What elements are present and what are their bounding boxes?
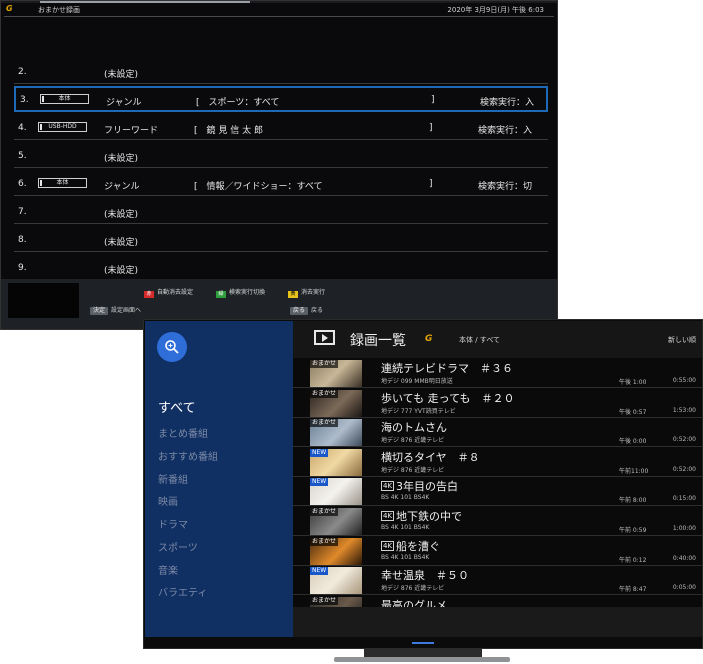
- program-time: 午後 0:00: [619, 438, 647, 446]
- category-drama[interactable]: ドラマ: [158, 516, 188, 531]
- program-duration: 0:55:00: [672, 377, 696, 384]
- category-sports[interactable]: スポーツ: [158, 539, 198, 554]
- category-music[interactable]: 音楽: [158, 562, 178, 577]
- program-badge: おまかせ: [310, 596, 339, 605]
- program-channel: 地デジ 777 YVT読買テレビ: [381, 407, 456, 415]
- program-thumbnail: おまかせ: [310, 360, 362, 387]
- program-row[interactable]: おまかせ 4K 船を漕ぐ BS 4K 101 BS4K 午前 0:12 0:40:00: [293, 537, 702, 566]
- program-channel: 地デジ 876 近畿テレビ: [381, 437, 445, 445]
- program-row[interactable]: NEW 4K 3年目の告白 BS 4K 101 BS4K 午前 8:00 0:15:00: [293, 477, 702, 507]
- category-all[interactable]: すべて: [158, 397, 196, 416]
- program-time: 午前11:00: [619, 467, 649, 475]
- category-variety[interactable]: バラエティ: [158, 584, 207, 599]
- search-icon: [165, 340, 179, 354]
- program-title-text: 歩いても 走っても ＃２０: [381, 391, 515, 405]
- program-duration: 0:40:00: [672, 554, 696, 562]
- program-row[interactable]: おまかせ 歩いても 走っても ＃２０ 地デジ 777 YVT読買テレビ 午後 0:57…: [293, 389, 702, 418]
- sort-order[interactable]: 新しい順: [668, 335, 696, 345]
- program-thumbnail: NEW: [310, 567, 362, 595]
- program-title: 連続テレビドラマ ＃３６: [381, 360, 513, 376]
- program-time: 午後 1:00: [619, 379, 647, 386]
- g-guide-logo: G: [425, 334, 432, 344]
- program-title-text: 地下鉄の中で: [396, 510, 463, 523]
- program-badge: NEW: [310, 478, 329, 487]
- category-series[interactable]: まとめ番組: [158, 425, 208, 440]
- list-footer: [293, 607, 702, 637]
- program-badge: おまかせ: [310, 419, 339, 428]
- program-channel: BS 4K 101 BS4K: [381, 494, 430, 502]
- search-button[interactable]: [157, 332, 187, 362]
- category-recommended[interactable]: おすすめ番組: [158, 448, 218, 463]
- list-header: 録画一覧 G 本体 / すべて 新しい順: [293, 321, 702, 358]
- program-thumbnail: おまかせ: [310, 419, 362, 447]
- program-duration: 0:15:00: [672, 495, 696, 503]
- program-title: 4K 地下鉄の中で: [381, 508, 462, 524]
- program-duration: 0:05:00: [672, 584, 696, 592]
- program-title-text: 船を漕ぐ: [396, 539, 441, 553]
- program-channel: 地デジ 099 MMB明日放送: [381, 378, 453, 385]
- breadcrumb: 本体 / すべて: [459, 336, 501, 344]
- program-badge: NEW: [310, 567, 329, 576]
- program-title-text: 海のトムさん: [381, 421, 447, 435]
- program-title: 海のトムさん: [381, 419, 447, 435]
- power-led: [412, 642, 434, 644]
- program-thumbnail: NEW: [310, 478, 362, 506]
- program-badge: おまかせ: [310, 360, 339, 368]
- program-title: 歩いても 走っても ＃２０: [381, 390, 515, 406]
- program-title: 4K 船を漕ぐ: [381, 538, 440, 554]
- 4k-badge: 4K: [381, 540, 395, 551]
- program-time: 午前 0:12: [619, 556, 647, 564]
- recording-list-panel: 録画一覧 G 本体 / すべて 新しい順 おまかせ 連続テレビドラマ ＃３６ 地デジ…: [293, 321, 702, 637]
- category-new[interactable]: 新番組: [158, 471, 188, 486]
- page-title: 録画一覧: [350, 333, 406, 349]
- program-duration: 1:53:00: [672, 406, 696, 414]
- program-thumbnail: おまかせ: [310, 508, 362, 535]
- program-badge: おまかせ: [310, 537, 339, 546]
- category-sidebar: すべて まとめ番組 おすすめ番組 新番組 映画 ドラマ スポーツ 音楽 バラエテ…: [145, 321, 293, 637]
- category-movies[interactable]: 映画: [158, 493, 178, 508]
- program-badge: おまかせ: [310, 508, 339, 516]
- program-row[interactable]: NEW 横切るタイヤ ＃８ 地デジ 876 近畿テレビ 午前11:00 0:52:00: [293, 448, 702, 477]
- 4k-badge: 4K: [381, 511, 395, 521]
- program-duration: 0:52:00: [672, 465, 696, 473]
- 4k-badge: 4K: [381, 481, 395, 492]
- program-title-text: 横切るタイヤ ＃８: [381, 450, 480, 464]
- back-tv-screen: G おまかせ録画 2020年 3月9日(月) 午後 6:03 2. (未設定) …: [0, 0, 558, 330]
- program-channel: 地デジ 876 近畿テレビ: [381, 466, 445, 474]
- program-row[interactable]: おまかせ 4K 地下鉄の中で BS 4K 101 BS4K 午前 0:59 1:00:00: [293, 507, 702, 536]
- program-row[interactable]: NEW 幸せ温泉 ＃５０ 地デジ 876 近畿テレビ 午前 8:47 0:05:00: [293, 566, 702, 596]
- program-title: 4K 3年目の告白: [381, 478, 458, 494]
- play-icon: [314, 330, 335, 345]
- program-badge: NEW: [310, 448, 329, 457]
- program-channel: BS 4K 101 BS4K: [381, 553, 430, 561]
- program-thumbnail: おまかせ: [310, 389, 362, 417]
- program-title-text: 幸せ温泉 ＃５０: [381, 569, 469, 583]
- front-tv-screen: すべて まとめ番組 おすすめ番組 新番組 映画 ドラマ スポーツ 音楽 バラエテ…: [143, 319, 703, 649]
- program-title-text: 3年目の告白: [396, 480, 459, 494]
- program-badge: おまかせ: [310, 389, 339, 398]
- program-duration: 0:52:00: [672, 436, 696, 444]
- program-time: 午後 0:57: [619, 408, 647, 416]
- program-time: 午前 8:00: [619, 497, 647, 505]
- program-time: 午前 8:47: [619, 586, 647, 594]
- program-thumbnail: NEW: [310, 448, 362, 476]
- program-channel: 地デジ 876 近畿テレビ: [381, 585, 445, 593]
- program-row[interactable]: おまかせ 連続テレビドラマ ＃３６ 地デジ 099 MMB明日放送 午後 1:00 0:…: [293, 359, 702, 388]
- program-row[interactable]: おまかせ 海のトムさん地デジ 876 近畿テレビ 午後 0:00 0:52:00: [293, 418, 702, 448]
- program-title: 横切るタイヤ ＃８: [381, 449, 480, 465]
- program-channel: BS 4K 101 BS4K: [381, 524, 430, 531]
- back-tv-bezel: [0, 0, 558, 330]
- program-thumbnail: おまかせ: [310, 537, 362, 565]
- program-duration: 1:00:00: [672, 525, 696, 532]
- program-title: 幸せ温泉 ＃５０: [381, 567, 469, 583]
- program-title-text: 連続テレビドラマ ＃３６: [381, 362, 513, 375]
- program-time: 午前 0:59: [619, 527, 647, 534]
- tv-stand: [334, 649, 510, 664]
